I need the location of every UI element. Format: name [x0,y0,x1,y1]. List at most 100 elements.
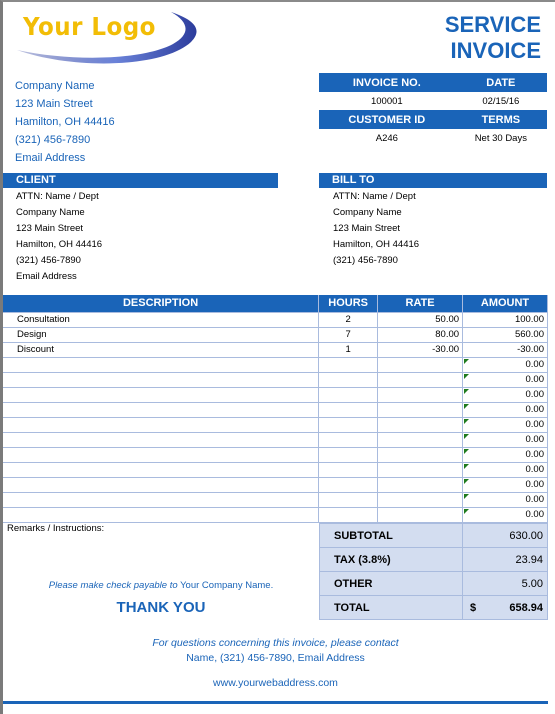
item-amount[interactable]: 0.00 [462,356,548,373]
item-hours[interactable] [318,446,379,463]
bill-to-city[interactable]: Hamilton, OH 44416 [333,237,547,253]
invoice-title: SERVICE INVOICE [445,12,541,64]
col-rate: RATE [377,295,464,312]
line-items-table: DESCRIPTION HOURS RATE AMOUNT Consultati… [3,295,548,523]
bill-to-street[interactable]: 123 Main Street [333,221,547,237]
col-amount: AMOUNT [462,295,548,312]
item-hours[interactable]: 7 [318,326,379,343]
invoice-no-value[interactable]: 100001 [319,92,455,110]
item-rate[interactable] [377,416,464,433]
item-rate[interactable] [377,461,464,478]
client-street[interactable]: 123 Main Street [16,221,278,237]
line-item-row: 0.00 [3,461,548,478]
footer-contact: For questions concerning this invoice, p… [3,636,548,666]
item-hours[interactable] [318,431,379,448]
footer-website[interactable]: www.yourwebaddress.com [3,676,548,691]
item-description[interactable]: Consultation [3,311,320,328]
item-hours[interactable] [318,401,379,418]
item-amount[interactable]: 0.00 [462,476,548,493]
item-rate[interactable] [377,446,464,463]
item-description[interactable] [3,446,320,463]
item-rate[interactable] [377,371,464,388]
date-value[interactable]: 02/15/16 [455,92,547,110]
item-rate[interactable] [377,356,464,373]
item-rate[interactable] [377,401,464,418]
item-amount[interactable]: 0.00 [462,386,548,403]
item-amount[interactable]: 0.00 [462,506,548,523]
item-rate[interactable] [377,476,464,493]
footer-question: For questions concerning this invoice, p… [152,637,399,649]
item-description[interactable] [3,476,320,493]
item-rate[interactable]: -30.00 [377,341,464,358]
tax-label: TAX (3.8%) [319,547,463,572]
item-description[interactable] [3,416,320,433]
company-city: Hamilton, OH 44416 [15,116,115,128]
item-hours[interactable] [318,491,379,508]
bill-to-company[interactable]: Company Name [333,205,547,221]
item-rate[interactable] [377,506,464,523]
line-item-row: 0.00 [3,356,548,373]
item-description[interactable]: Design [3,326,320,343]
item-hours[interactable] [318,371,379,388]
item-hours[interactable] [318,356,379,373]
total-row: TOTAL $ 658.94 [319,595,548,620]
invoice-page: Your Logo SERVICE INVOICE Company Name 1… [0,0,555,714]
item-amount[interactable]: 0.00 [462,431,548,448]
item-description[interactable] [3,386,320,403]
item-hours[interactable] [318,461,379,478]
item-description[interactable] [3,491,320,508]
terms-value[interactable]: Net 30 Days [455,129,547,147]
invoice-no-label: INVOICE NO. [319,73,455,92]
client-city[interactable]: Hamilton, OH 44416 [16,237,278,253]
check-note-italic: Please make check payable to [48,580,178,591]
item-description[interactable] [3,401,320,418]
bill-to-phone[interactable]: (321) 456-7890 [333,253,547,269]
item-rate[interactable]: 80.00 [377,326,464,343]
item-rate[interactable] [377,386,464,403]
client-attn[interactable]: ATTN: Name / Dept [16,189,278,205]
item-amount[interactable]: 0.00 [462,491,548,508]
item-amount[interactable]: 560.00 [462,326,548,343]
item-description[interactable] [3,431,320,448]
client-phone[interactable]: (321) 456-7890 [16,253,278,269]
item-rate[interactable]: 50.00 [377,311,464,328]
line-item-row: 0.00 [3,386,548,403]
item-hours[interactable] [318,386,379,403]
item-hours[interactable] [318,476,379,493]
item-description[interactable] [3,506,320,523]
other-value[interactable]: 5.00 [462,571,548,596]
item-description[interactable] [3,356,320,373]
col-description: DESCRIPTION [3,295,320,312]
client-company[interactable]: Company Name [16,205,278,221]
client-email[interactable]: Email Address [16,269,278,285]
item-hours[interactable]: 2 [318,311,379,328]
footer-contact-details: Name, (321) 456-7890, Email Address [186,652,365,664]
item-hours[interactable]: 1 [318,341,379,358]
item-description[interactable]: Discount [3,341,320,358]
line-item-row: 0.00 [3,371,548,388]
subtotal-row: SUBTOTAL 630.00 [319,523,548,548]
item-rate[interactable] [377,491,464,508]
remarks-label[interactable]: Remarks / Instructions: [7,523,104,534]
currency-symbol: $ [470,601,477,614]
item-amount[interactable]: 0.00 [462,446,548,463]
item-amount[interactable]: 0.00 [462,401,548,418]
item-amount[interactable]: 0.00 [462,371,548,388]
customer-id-value[interactable]: A246 [319,129,455,147]
item-hours[interactable] [318,506,379,523]
company-info: Company Name 123 Main Street Hamilton, O… [15,77,115,167]
item-amount[interactable]: -30.00 [462,341,548,358]
item-description[interactable] [3,371,320,388]
item-amount[interactable]: 100.00 [462,311,548,328]
item-amount[interactable]: 0.00 [462,416,548,433]
company-street: 123 Main Street [15,98,93,110]
item-rate[interactable] [377,431,464,448]
bill-to-heading: BILL TO [319,173,547,188]
line-item-row: Consultation 2 50.00 100.00 [3,311,548,328]
bill-to-attn[interactable]: ATTN: Name / Dept [333,189,547,205]
line-item-row: 0.00 [3,431,548,448]
item-amount[interactable]: 0.00 [462,461,548,478]
item-description[interactable] [3,461,320,478]
item-hours[interactable] [318,416,379,433]
line-item-row: Design 7 80.00 560.00 [3,326,548,343]
